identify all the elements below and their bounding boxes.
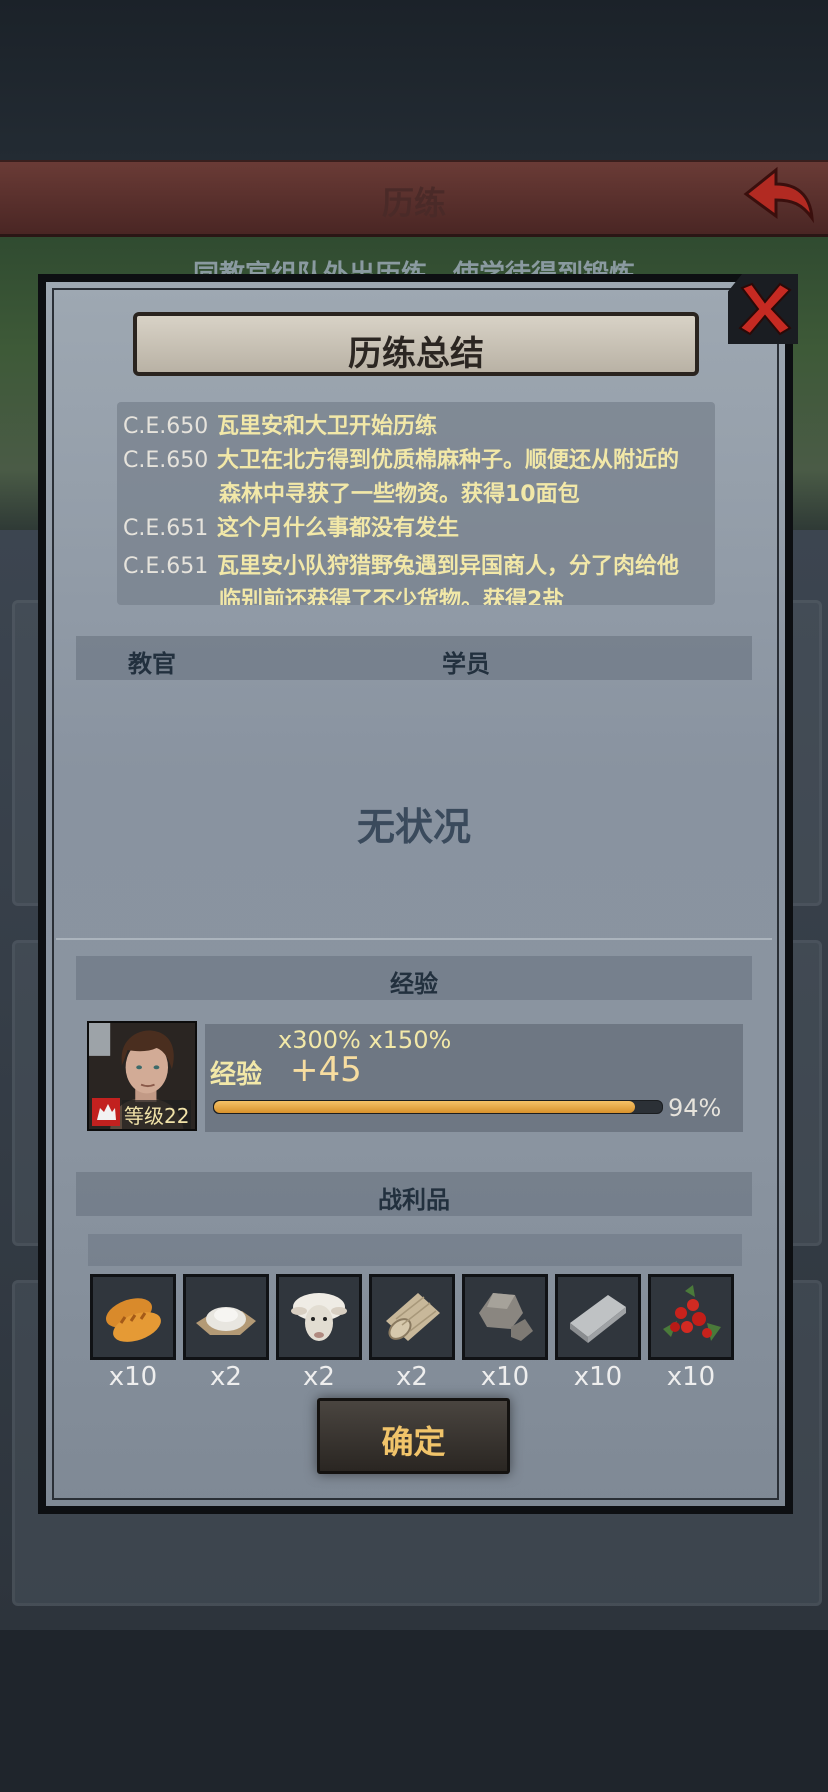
stone-icon — [479, 1293, 533, 1341]
log-date: C.E.650 — [123, 448, 209, 473]
loot-quantity: x2 — [396, 1362, 428, 1392]
close-icon[interactable] — [736, 280, 794, 338]
bread-icon — [106, 1298, 161, 1342]
screen-title-bar: 历练 — [0, 160, 828, 237]
roles-header: 教官 学员 — [76, 636, 752, 680]
dialog-title: 历练总结 — [348, 334, 484, 374]
experience-progress-bar — [213, 1100, 663, 1114]
log-text-continued: 森林中寻获了一些物资。获得10面包 — [219, 482, 580, 507]
log-text-continued: 临别前还获得了不少货物。获得2盐 — [219, 588, 565, 605]
divider — [56, 938, 772, 940]
experience-section-title: 经验 — [390, 970, 438, 998]
loot-items — [88, 1274, 742, 1369]
loot-item-salt[interactable] — [183, 1274, 269, 1360]
experience-progress-label: 94% — [668, 1094, 722, 1122]
screen-title: 历练 — [381, 184, 446, 222]
loot-quantity: x10 — [573, 1362, 623, 1392]
log-entry: C.E.650 大卫在北方得到优质棉麻种子。顺便还从附近的 森林中寻获了一些物资。… — [123, 444, 715, 512]
loot-header: 战利品 — [76, 1172, 752, 1216]
loot-quantity: x2 — [210, 1362, 242, 1392]
log-text: 这个月什么事都没有发生 — [217, 516, 460, 541]
log-date: C.E.651 — [123, 516, 209, 541]
loot-item-stone[interactable] — [462, 1274, 548, 1360]
event-log[interactable]: C.E.650 瓦里安和大卫开始历练 C.E.650 大卫在北方得到优质棉麻种子。顺… — [117, 402, 715, 605]
loot-quantity: x2 — [303, 1362, 335, 1392]
experience-label: 经验 — [210, 1060, 263, 1090]
loot-section-title: 战利品 — [378, 1186, 450, 1214]
loot-quantity: x10 — [666, 1362, 716, 1392]
log-text: 瓦里安小队狩猎野兔遇到异国商人，分了肉给他 — [217, 554, 680, 579]
sheep-icon — [291, 1293, 347, 1341]
loot-item-iron-ingot[interactable] — [555, 1274, 641, 1360]
log-text: 大卫在北方得到优质棉麻种子。顺便还从附近的 — [217, 448, 680, 473]
loot-item-bread[interactable] — [90, 1274, 176, 1360]
confirm-label: 确定 — [381, 1423, 446, 1461]
cloth-icon — [386, 1293, 440, 1341]
log-date: C.E.650 — [123, 414, 209, 439]
loot-quantity: x10 — [108, 1362, 158, 1392]
log-date: C.E.651 — [123, 554, 209, 579]
log-text: 瓦里安和大卫开始历练 — [217, 414, 438, 439]
background-top — [0, 0, 828, 160]
background-bottom — [0, 1630, 828, 1792]
iron-ingot-icon — [570, 1295, 626, 1343]
berries-icon — [663, 1285, 721, 1341]
loot-quantity: x10 — [480, 1362, 530, 1392]
student-label: 学员 — [442, 650, 490, 678]
dialog-header: 历练总结 — [133, 312, 699, 376]
salt-icon — [196, 1307, 256, 1335]
log-entry: C.E.650 瓦里安和大卫开始历练 — [123, 410, 715, 444]
level-badge: 等级22 — [122, 1100, 192, 1129]
instructor-label: 教官 — [128, 650, 176, 678]
confirm-button[interactable]: 确定 — [317, 1398, 510, 1474]
log-entry: C.E.651 这个月什么事都没有发生 — [123, 512, 715, 546]
loot-item-cloth[interactable] — [369, 1274, 455, 1360]
loot-item-berries[interactable] — [648, 1274, 734, 1360]
experience-progress-fill — [214, 1101, 636, 1113]
back-arrow-icon[interactable] — [740, 164, 816, 226]
loot-item-sheep[interactable] — [276, 1274, 362, 1360]
loot-strip — [88, 1234, 742, 1266]
rank-icon — [92, 1098, 120, 1126]
log-entry: C.E.651 瓦里安小队狩猎野兔遇到异国商人，分了肉给他 临别前还获得了不少货物… — [123, 550, 715, 605]
experience-header: 经验 — [76, 956, 752, 1000]
experience-gain: +45 — [290, 1050, 362, 1090]
no-status-text: 无状况 — [356, 805, 471, 849]
